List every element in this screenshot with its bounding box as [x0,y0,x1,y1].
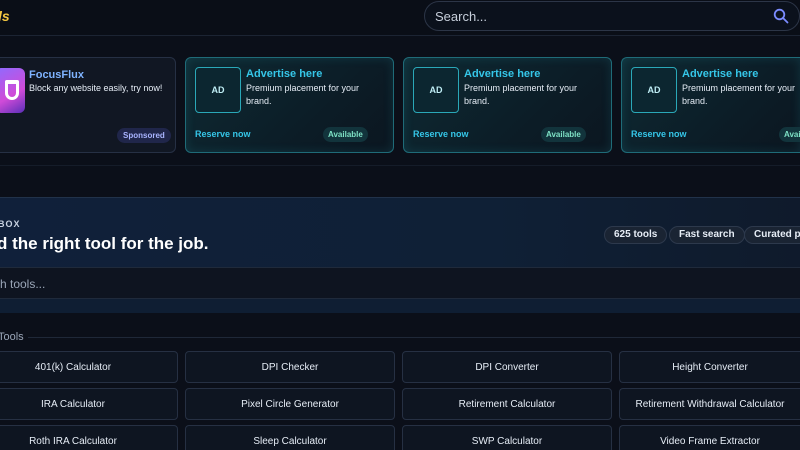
tool-card[interactable]: IRA Calculator [0,388,178,420]
availability-badge: Availa [779,127,800,142]
fast-search-pill: Fast search [669,226,745,244]
search-underline-strip [0,299,800,313]
top-bar: ls Search... [0,0,800,36]
availability-badge: Available [541,127,586,142]
tool-search-placeholder: rch tools... [0,277,46,291]
tool-card[interactable]: SWP Calculator [402,425,612,450]
tool-search-input[interactable]: rch tools... [0,267,800,299]
ad-placeholder-box: AD [631,67,677,113]
ad-placeholder-box: AD [413,67,459,113]
site-logo[interactable]: ls [0,8,10,24]
tool-card[interactable]: 401(k) Calculator [0,351,178,383]
ad-slot-card[interactable]: AD Advertise here Premium placement for … [185,57,394,153]
sponsored-title[interactable]: FocusFlux [29,69,84,81]
ad-placeholder-box: AD [195,67,241,113]
section-heading: Tools [0,331,24,343]
reserve-now-link[interactable]: Reserve now [413,129,469,139]
tool-card[interactable]: Height Converter [619,351,800,383]
ad-slot-title: Advertise here [246,68,323,80]
hero-headline: d the right tool for the job. [0,234,209,253]
availability-badge: Available [323,127,368,142]
tool-card[interactable]: DPI Converter [402,351,612,383]
focusflux-app-icon [0,68,25,113]
ad-slot-title: Advertise here [682,68,759,80]
tool-card[interactable]: Pixel Circle Generator [185,388,395,420]
tool-card[interactable]: Sleep Calculator [185,425,395,450]
section-divider [0,165,800,166]
ad-slot-card[interactable]: AD Advertise here Premium placement for … [621,57,800,153]
ad-slot-description: Premium placement for your brand. [682,83,796,106]
hero-banner: BOX d the right tool for the job. 625 to… [0,197,800,267]
ad-slot-description: Premium placement for your brand. [246,83,360,106]
curated-pill: Curated pi [744,226,800,244]
tool-card[interactable]: Roth IRA Calculator [0,425,178,450]
ad-slot-title: Advertise here [464,68,541,80]
reserve-now-link[interactable]: Reserve now [631,129,687,139]
tool-count-pill: 625 tools [604,226,668,244]
sponsored-description: Block any website easily, try now! [29,83,163,93]
ad-slot-description: Premium placement for your brand. [464,83,578,106]
tool-card[interactable]: Retirement Calculator [402,388,612,420]
ad-slot-card[interactable]: AD Advertise here Premium placement for … [403,57,612,153]
hero-eyebrow: BOX [0,219,21,229]
header-search-placeholder: Search... [435,9,488,24]
tool-card[interactable]: Retirement Withdrawal Calculator [619,388,800,420]
tool-card[interactable]: DPI Checker [185,351,395,383]
sponsored-badge: Sponsored [117,128,171,143]
header-search-input[interactable]: Search... [424,1,800,31]
tool-card[interactable]: Video Frame Extractor [619,425,800,450]
search-icon[interactable] [773,8,789,24]
section-rule [28,337,800,338]
sponsored-card[interactable]: FocusFlux Block any website easily, try … [0,57,176,153]
reserve-now-link[interactable]: Reserve now [195,129,251,139]
